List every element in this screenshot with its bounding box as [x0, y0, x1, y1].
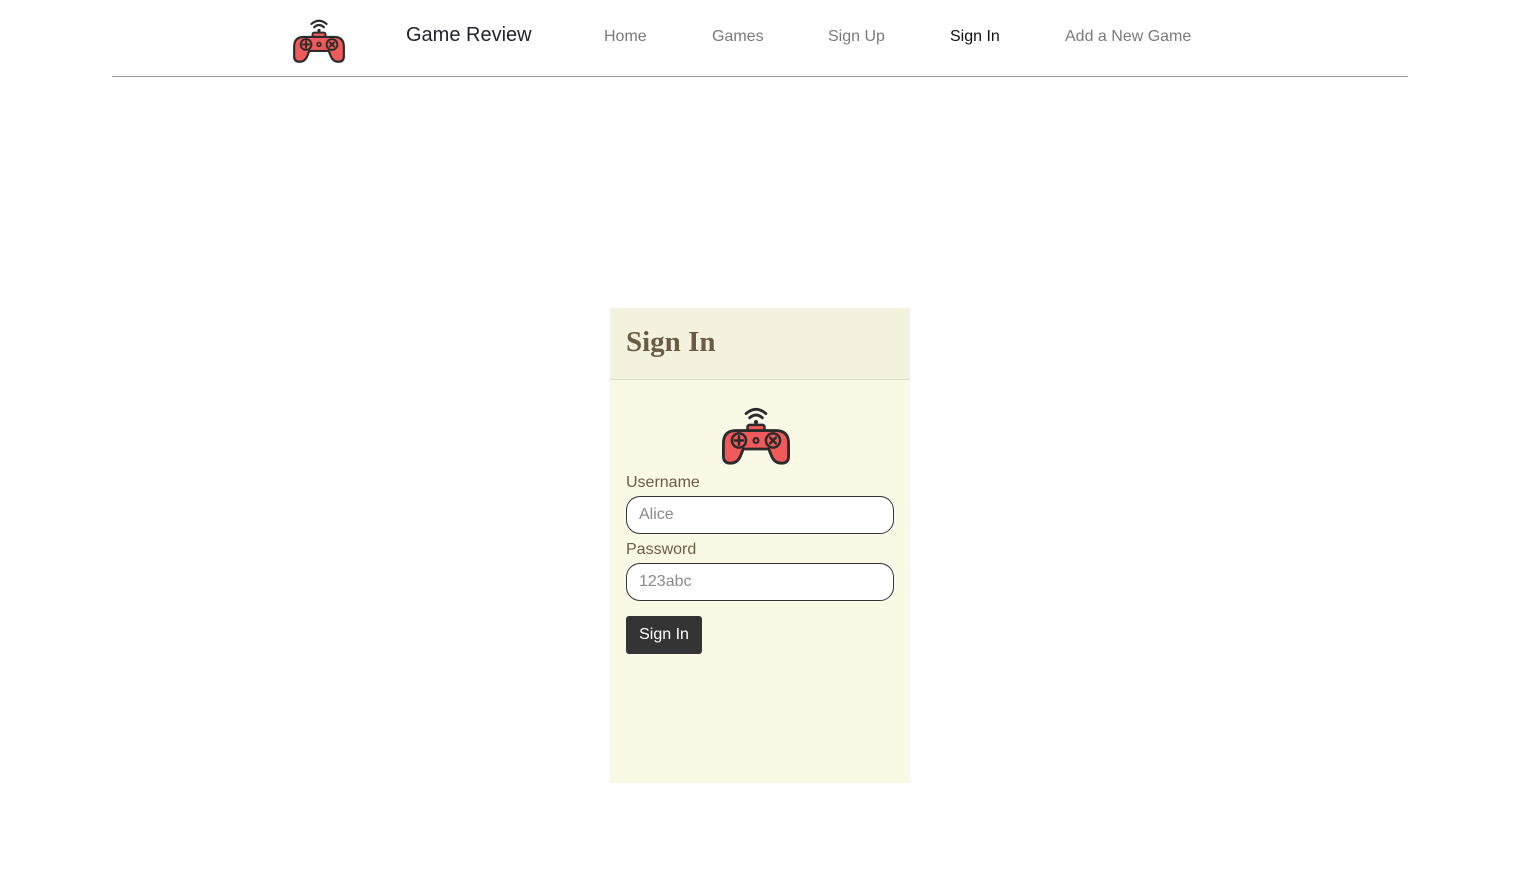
card-header: Sign In: [610, 308, 910, 380]
brand-link[interactable]: Game Review: [406, 24, 532, 47]
sign-in-button[interactable]: Sign In: [626, 616, 702, 654]
nav-link-sign-in[interactable]: Sign In: [950, 28, 1000, 46]
password-label: Password: [626, 541, 697, 558]
nav-link-sign-up[interactable]: Sign Up: [828, 28, 885, 46]
gamepad-icon: [720, 398, 792, 466]
signin-card: Sign In Username Password Sign In: [610, 308, 910, 783]
nav-link-add-game[interactable]: Add a New Game: [1065, 28, 1191, 46]
username-input[interactable]: [626, 496, 894, 534]
nav-link-games[interactable]: Games: [712, 28, 764, 46]
username-label: Username: [626, 474, 700, 491]
card-title: Sign In: [626, 326, 716, 358]
nav-link-home[interactable]: Home: [604, 28, 647, 46]
password-input[interactable]: [626, 563, 894, 601]
gamepad-icon[interactable]: [292, 12, 346, 64]
navbar: Game Review Home Games Sign Up Sign In A…: [112, 0, 1408, 77]
